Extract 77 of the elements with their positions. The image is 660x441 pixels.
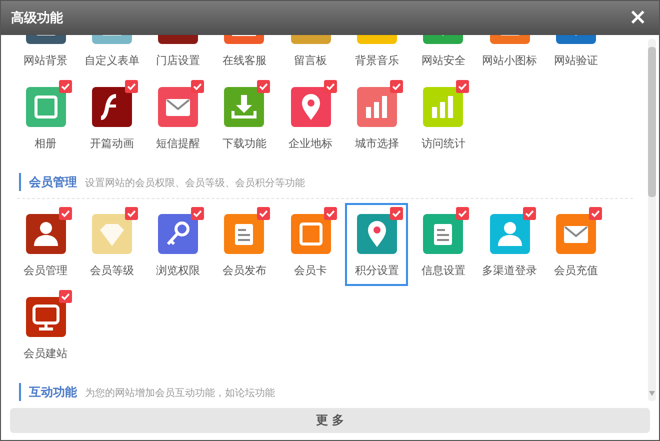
section-title: 互动功能 [29, 384, 77, 401]
feature-label: 会员管理 [24, 264, 68, 278]
feature-item[interactable]: 网站安全 [412, 35, 475, 76]
checkbox[interactable] [257, 80, 270, 93]
feature-item[interactable]: 网站小图标 [478, 35, 542, 76]
feature-item[interactable]: 访问统计 [412, 76, 475, 159]
checkbox[interactable] [324, 80, 337, 93]
feature-label: 会员发布 [222, 264, 266, 278]
feature-label: 下载功能 [222, 137, 266, 151]
feature-item[interactable]: 背景音乐 [345, 35, 408, 76]
feature-label: 访问统计 [421, 137, 466, 151]
checkbox[interactable] [390, 207, 403, 220]
feature-label: 短信提醒 [156, 137, 200, 151]
checkbox[interactable] [456, 80, 470, 93]
feature-label: 在线客服 [222, 54, 266, 68]
feature-item[interactable]: 浏览权限 [146, 203, 210, 286]
close-button[interactable]: × [628, 7, 647, 29]
window-title: 高级功能 [11, 10, 63, 27]
checkbox[interactable] [191, 80, 204, 93]
feature-item[interactable]: 信息设置 [412, 203, 475, 286]
section-description: 为您的网站增加会员互动功能，如论坛功能 [85, 386, 275, 401]
feature-item[interactable]: 短信提醒 [146, 76, 210, 159]
feature-label: 会员建站 [24, 347, 68, 361]
feature-item[interactable]: 会员充值 [544, 203, 608, 286]
feature-item[interactable]: 自定义表单 [80, 35, 144, 76]
checkbox[interactable] [58, 290, 72, 303]
checkbox[interactable] [124, 207, 138, 220]
feature-label: 会员充值 [554, 264, 598, 278]
feature-label: 相册 [34, 137, 56, 151]
feature-item[interactable]: 下载功能 [212, 76, 276, 159]
feature-item[interactable]: 在线客服 [212, 35, 276, 76]
checkbox[interactable] [58, 207, 72, 220]
feature-item[interactable]: 会员卡 [279, 203, 342, 286]
feature-label: 信息设置 [421, 264, 466, 278]
more-button[interactable]: 更 多 [10, 408, 650, 433]
feature-label: 网站安全 [421, 54, 466, 68]
feature-item[interactable]: 会员建站 [14, 286, 77, 369]
feature-label: 门店设置 [156, 54, 200, 68]
feature-item[interactable]: 企业地标 [279, 76, 342, 159]
feature-item[interactable]: 会员发布 [212, 203, 276, 286]
feature-item[interactable]: 门店设置 [146, 35, 210, 76]
feature-label: 积分设置 [354, 264, 399, 278]
feature-label: 网站背景 [24, 54, 68, 68]
checkbox[interactable] [588, 207, 602, 220]
section-description: 设置网站的会员权限、会员等级、会员积分等功能 [85, 176, 305, 191]
scrollbar[interactable] [647, 39, 657, 401]
checkbox[interactable] [191, 207, 204, 220]
feature-item[interactable]: 会员等级 [80, 203, 144, 286]
checkbox[interactable] [257, 207, 270, 220]
feature-label: 会员等级 [90, 264, 134, 278]
feature-label: 开篇动画 [90, 137, 134, 151]
feature-item[interactable]: 网站背景 [14, 35, 77, 76]
feature-label: 城市选择 [354, 137, 399, 151]
feature-label: 留言板 [294, 54, 328, 68]
feature-label: 企业地标 [288, 137, 333, 151]
checkbox[interactable] [124, 80, 138, 93]
feature-label: 网站验证 [554, 54, 598, 68]
checkbox[interactable] [390, 80, 403, 93]
feature-item[interactable]: 多渠道登录 [478, 203, 542, 286]
feature-label: 会员卡 [294, 264, 328, 278]
feature-label: 多渠道登录 [482, 264, 538, 278]
feature-label: 网站小图标 [482, 54, 538, 68]
checkbox[interactable] [58, 80, 72, 93]
checkbox[interactable] [456, 207, 470, 220]
feature-item[interactable]: 城市选择 [345, 76, 408, 159]
feature-label: 浏览权限 [156, 264, 200, 278]
feature-label: 背景音乐 [354, 54, 399, 68]
feature-item[interactable]: 积分设置 [345, 203, 408, 286]
checkbox[interactable] [522, 207, 536, 220]
checkbox[interactable] [324, 207, 337, 220]
section-title: 会员管理 [29, 174, 77, 191]
feature-item[interactable]: 相册 [14, 76, 77, 159]
feature-item[interactable]: 会员管理 [14, 203, 77, 286]
feature-label: 自定义表单 [84, 54, 140, 68]
feature-item[interactable]: 网站验证 [544, 35, 608, 76]
feature-item[interactable]: 留言板 [279, 35, 342, 76]
feature-item[interactable]: 开篇动画 [80, 76, 144, 159]
